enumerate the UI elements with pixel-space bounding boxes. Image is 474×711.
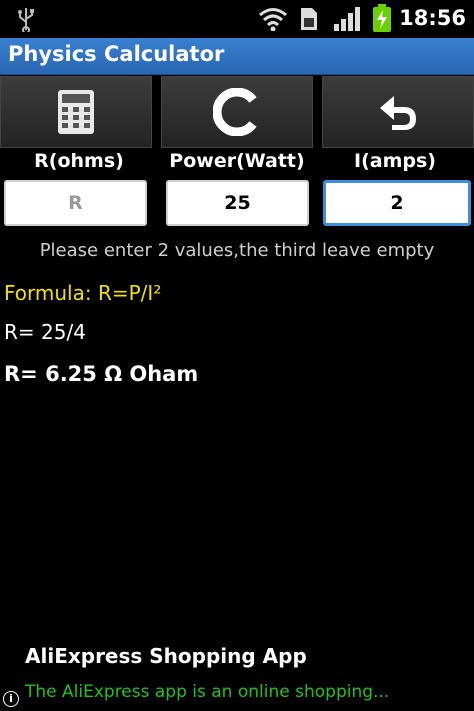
title-bar: Physics Calculator [0, 38, 474, 75]
wifi-icon [259, 8, 287, 31]
app-title: Physics Calculator [8, 42, 225, 66]
usb-icon [18, 8, 34, 32]
toolbar [0, 76, 474, 148]
status-bar: 18:56 [0, 0, 474, 38]
result-text: R= 6.25 Ω Oham [4, 362, 199, 386]
power-label: Power(Watt) [169, 150, 305, 172]
r-label: R(ohms) [34, 150, 124, 172]
clear-c-icon [213, 88, 257, 136]
field-labels: R(ohms) Power(Watt) I(amps) [0, 150, 474, 178]
undo-arrow-icon [380, 96, 416, 130]
clear-button[interactable] [161, 76, 313, 148]
power-input[interactable] [166, 180, 309, 226]
info-icon[interactable]: i [3, 691, 19, 707]
resistance-input[interactable] [4, 180, 147, 226]
status-time: 18:56 [399, 6, 466, 30]
formula-text: Formula: R=P/I² [4, 281, 162, 305]
sim-icon [301, 8, 317, 30]
current-input[interactable] [323, 180, 471, 226]
ad-title[interactable]: AliExpress Shopping App [25, 644, 307, 668]
instruction-text: Please enter 2 values,the third leave em… [39, 240, 435, 261]
back-button[interactable] [322, 76, 474, 148]
calculator-icon [58, 90, 94, 134]
current-label: I(amps) [354, 150, 436, 172]
calculator-button[interactable] [0, 76, 152, 148]
ad-banner[interactable]: AliExpress Shopping App i The AliExpress… [0, 638, 474, 711]
signal-icon [334, 7, 360, 31]
ad-description[interactable]: The AliExpress app is an online shopping… [25, 682, 389, 702]
battery-charging-icon [373, 4, 391, 32]
calculation-text: R= 25/4 [4, 320, 86, 344]
